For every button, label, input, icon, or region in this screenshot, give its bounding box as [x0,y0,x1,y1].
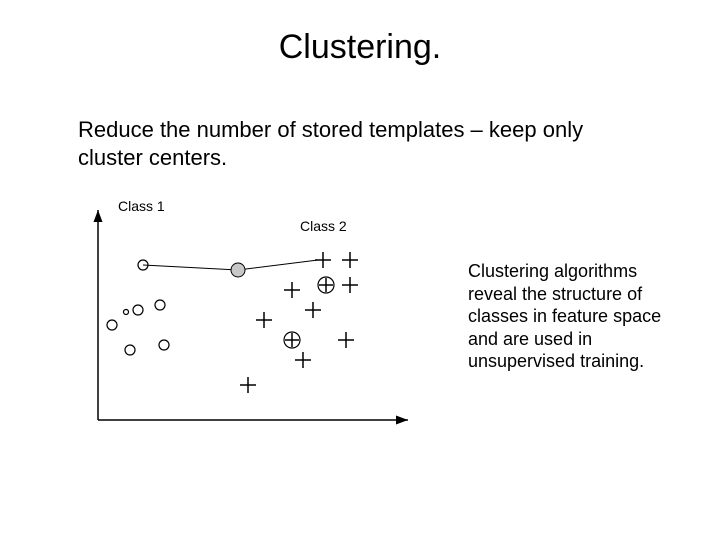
page-title: Clustering. [0,28,720,67]
class2-label: Class 2 [300,218,347,234]
side-text: Clustering algorithms reveal the structu… [468,260,678,373]
plot-svg [88,190,428,450]
class1-label: Class 1 [118,198,165,214]
subtitle: Reduce the number of stored templates – … [78,116,598,171]
slide: Clustering. Reduce the number of stored … [0,0,720,540]
feature-space-plot: Class 1 Class 2 [88,190,428,450]
